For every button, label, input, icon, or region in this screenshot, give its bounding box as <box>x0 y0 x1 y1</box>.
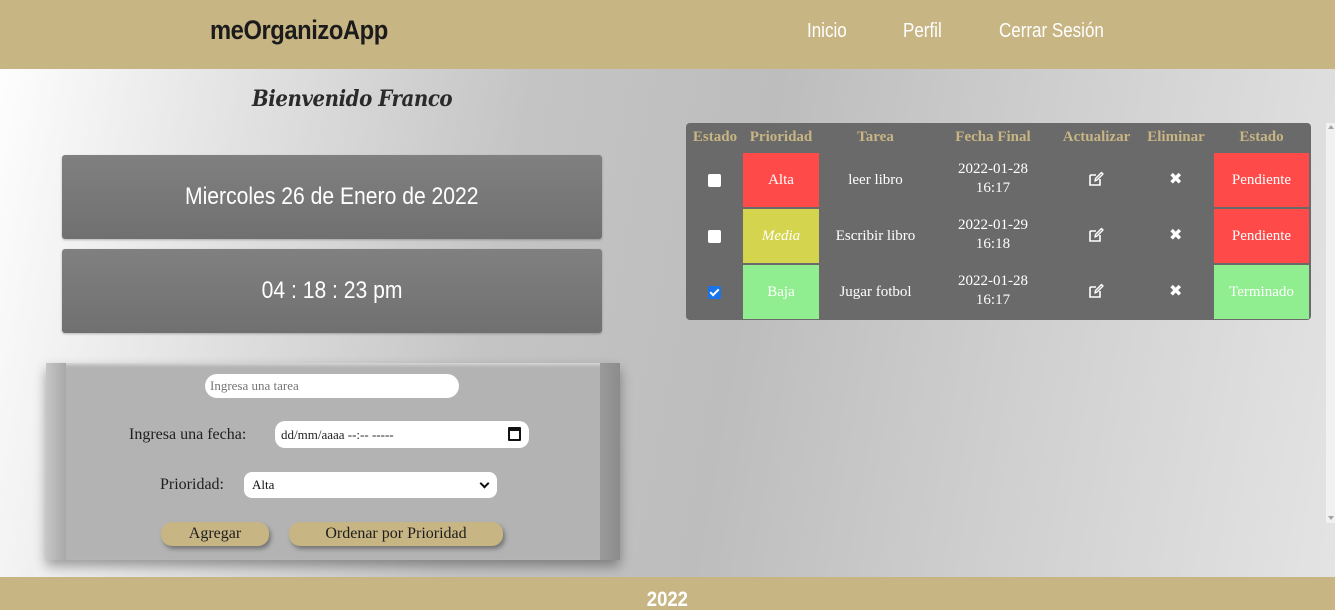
current-time: 04 : 18 : 23 pm <box>261 277 403 304</box>
priority-cell: Alta <box>743 153 819 207</box>
priority-label: Prioridad: <box>160 476 224 493</box>
form-panel-edge-right <box>600 363 620 560</box>
due-date-cell: 2022-01-29 <box>958 217 1028 233</box>
footer-year: 2022 <box>646 588 689 610</box>
nav-link-inicio[interactable]: Inicio <box>807 20 847 43</box>
sort-by-priority-button[interactable]: Ordenar por Prioridad <box>289 522 503 546</box>
due-date-cell: 2022-01-28 <box>958 161 1028 177</box>
nav-link-perfil[interactable]: Perfil <box>903 20 942 43</box>
scroll-down-arrow-icon[interactable] <box>1328 516 1334 520</box>
date-label: Ingresa una fecha: <box>129 426 247 443</box>
task-name-cell: Jugar fotbol <box>839 283 912 300</box>
close-icon[interactable]: ✖ <box>1169 171 1182 187</box>
clock-display-box: 04 : 18 : 23 pm <box>62 249 602 333</box>
header-estado: Estado <box>692 129 738 145</box>
header-fecha-final: Fecha Final <box>955 129 1031 145</box>
task-done-checkbox[interactable] <box>708 174 721 187</box>
current-date: Miercoles 26 de Enero de 2022 <box>185 183 479 210</box>
task-form: Ingresa una fecha: dd/mm/aaaa --:-- ----… <box>46 363 620 560</box>
due-date-cell: 2022-01-28 <box>958 273 1028 289</box>
task-input[interactable] <box>205 374 459 398</box>
header-eliminar: Eliminar <box>1147 129 1205 145</box>
header-actualizar: Actualizar <box>1062 129 1131 145</box>
date-display-box: Miercoles 26 de Enero de 2022 <box>62 155 602 239</box>
close-icon[interactable]: ✖ <box>1169 283 1182 299</box>
task-table: Estado Prioridad Tarea Fecha Final Actua… <box>686 123 1311 320</box>
status-cell: Pendiente <box>1214 153 1309 207</box>
welcome-heading: Bienvenido Franco <box>252 86 453 112</box>
header-estado-status: Estado <box>1239 129 1284 145</box>
edit-icon[interactable] <box>1088 227 1104 243</box>
status-cell: Pendiente <box>1214 209 1309 263</box>
edit-icon[interactable] <box>1088 283 1104 299</box>
header-tarea: Tarea <box>857 129 894 145</box>
due-time-cell: 16:18 <box>975 236 1011 252</box>
edit-icon[interactable] <box>1088 171 1104 187</box>
app-brand[interactable]: meOrganizoApp <box>210 15 388 46</box>
task-done-checkbox[interactable] <box>708 286 721 299</box>
priority-cell: Baja <box>743 265 819 319</box>
priority-select-value: Alta <box>252 477 275 492</box>
task-name-cell: leer libro <box>848 171 903 188</box>
calendar-icon[interactable] <box>508 427 521 441</box>
due-time-cell: 16:17 <box>975 292 1011 308</box>
navbar: meOrganizoApp Inicio Perfil Cerrar Sesió… <box>0 0 1335 69</box>
scrollbar[interactable] <box>1326 123 1335 523</box>
nav-link-cerrar-sesion[interactable]: Cerrar Sesión <box>999 20 1104 43</box>
form-panel-edge-left <box>46 363 66 560</box>
task-done-checkbox[interactable] <box>708 230 721 243</box>
close-icon[interactable]: ✖ <box>1169 227 1182 243</box>
task-name-cell: Escribir libro <box>835 227 916 244</box>
chevron-down-icon <box>479 478 490 489</box>
date-field[interactable]: dd/mm/aaaa --:-- ----- <box>275 421 529 448</box>
status-cell: Terminado <box>1214 265 1309 319</box>
footer: 2022 <box>0 577 1335 610</box>
due-time-cell: 16:17 <box>975 180 1011 196</box>
add-task-button[interactable]: Agregar <box>161 522 269 546</box>
priority-cell: Media <box>743 209 819 263</box>
priority-select[interactable]: Alta <box>244 472 497 498</box>
scroll-up-arrow-icon[interactable] <box>1328 125 1334 129</box>
header-prioridad: Prioridad <box>749 129 813 145</box>
date-field-value: dd/mm/aaaa --:-- ----- <box>281 427 394 442</box>
